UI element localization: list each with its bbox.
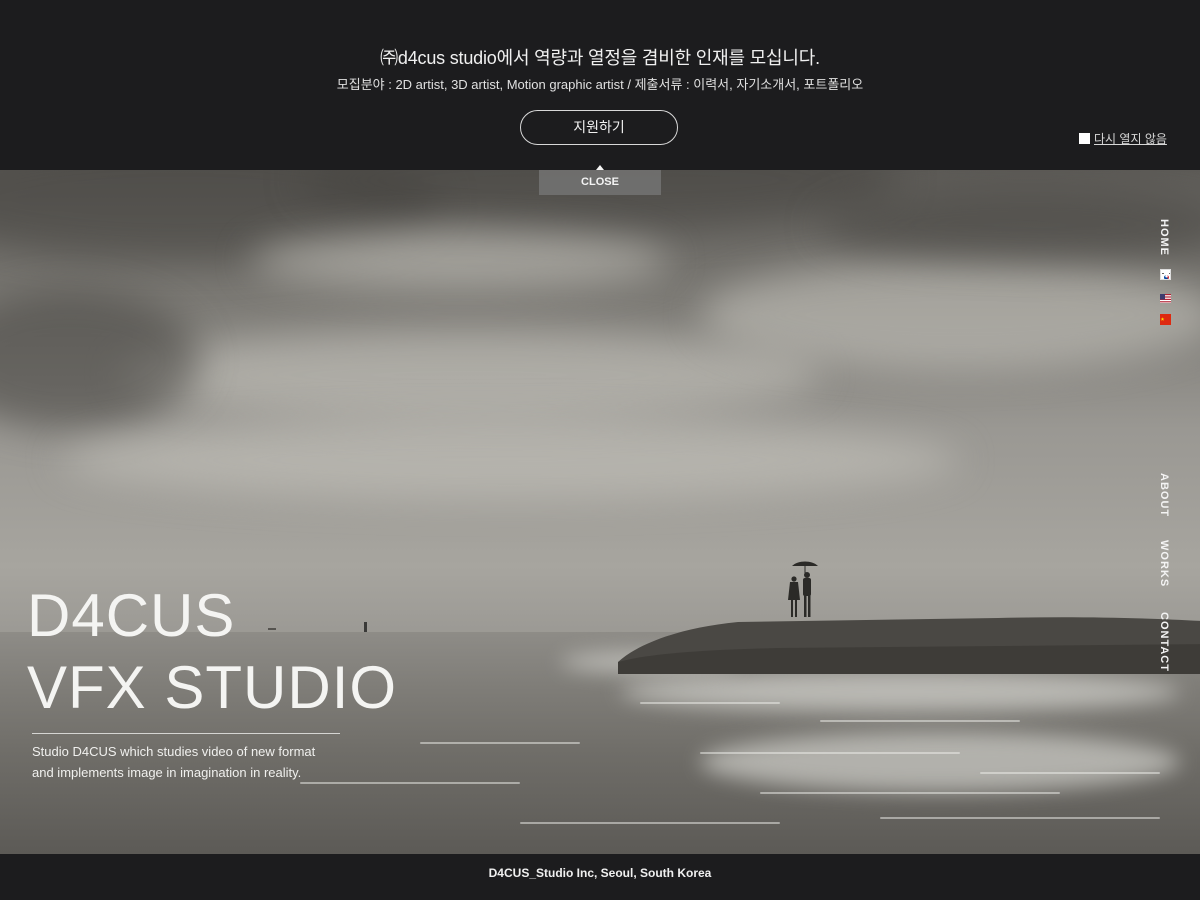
- hero-divider: [32, 733, 340, 734]
- korean-flag-icon[interactable]: [1160, 269, 1171, 280]
- hero-description-line2: and implements image in imagination in r…: [32, 765, 302, 780]
- nav-contact[interactable]: CONTACT: [1158, 612, 1170, 672]
- footer: D4CUS_Studio Inc, Seoul, South Korea: [0, 854, 1200, 900]
- footer-text: D4CUS_Studio Inc, Seoul, South Korea: [488, 866, 712, 880]
- hero-title-line1: D4CUS: [27, 582, 236, 649]
- hero-title: D4CUS VFX STUDIO: [27, 580, 397, 724]
- banner-title: ㈜d4cus studio에서 역량과 열정을 겸비한 인재를 모십니다.: [380, 48, 820, 68]
- recruitment-banner: ㈜d4cus studio에서 역량과 열정을 겸비한 인재를 모십니다. 모집…: [0, 0, 1200, 170]
- hide-again-label[interactable]: 다시 열지 않음: [1094, 130, 1167, 147]
- china-flag-icon[interactable]: [1160, 314, 1171, 325]
- caret-up-icon: [596, 165, 604, 170]
- banner-subtitle: 모집분야 : 2D artist, 3D artist, Motion grap…: [336, 77, 864, 92]
- apply-button[interactable]: 지원하기: [520, 110, 678, 145]
- nav-about[interactable]: ABOUT: [1158, 473, 1170, 517]
- couple-silhouette: [788, 561, 818, 617]
- hero-description-line1: Studio D4CUS which studies video of new …: [32, 744, 316, 759]
- jetty-silhouette: [618, 617, 1200, 674]
- hero-description: Studio D4CUS which studies video of new …: [32, 741, 362, 783]
- hide-again-option[interactable]: 다시 열지 않음: [1079, 130, 1167, 146]
- nav-works[interactable]: WORKS: [1158, 540, 1170, 587]
- us-flag-icon[interactable]: [1160, 292, 1171, 303]
- close-banner-button[interactable]: CLOSE: [539, 170, 661, 195]
- page: ㈜d4cus studio에서 역량과 열정을 겸비한 인재를 모십니다. 모집…: [0, 0, 1200, 900]
- nav-home[interactable]: HOME: [1158, 219, 1170, 256]
- hero-title-line2: VFX STUDIO: [27, 654, 398, 721]
- hide-again-checkbox[interactable]: [1079, 132, 1090, 144]
